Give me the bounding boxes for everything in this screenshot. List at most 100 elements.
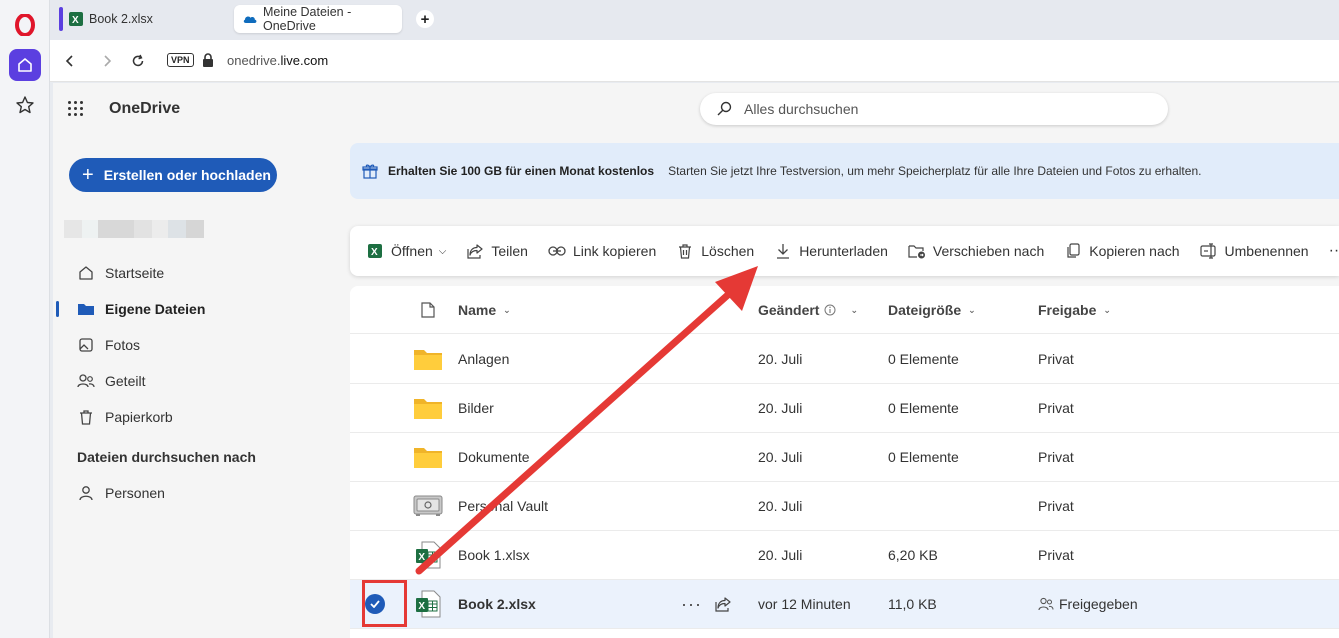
app-brand[interactable]: OneDrive: [109, 100, 180, 118]
share-icon[interactable]: [715, 580, 731, 628]
copy-link-button[interactable]: Link kopieren: [548, 242, 656, 260]
column-modified[interactable]: Geändert ⌄: [758, 286, 858, 334]
excel-icon: X: [68, 11, 84, 27]
file-sharing[interactable]: Privat: [1038, 384, 1074, 432]
file-sharing[interactable]: Privat: [1038, 335, 1074, 383]
tab-onedrive[interactable]: Meine Dateien - OneDrive: [234, 5, 402, 33]
column-size[interactable]: Dateigröße ⌄: [888, 286, 976, 334]
file-sharing[interactable]: Freigegeben: [1038, 580, 1138, 628]
more-commands-icon[interactable]: ···: [1329, 242, 1339, 260]
url-domain: onedrive.: [227, 53, 281, 68]
sidebar-item-fotos[interactable]: Fotos: [53, 327, 349, 363]
promo-banner[interactable]: Erhalten Sie 100 GB für einen Monat kost…: [350, 143, 1339, 199]
folder-icon: [77, 300, 95, 318]
file-modified: vor 12 Minuten: [758, 596, 851, 612]
search-icon: [717, 101, 732, 116]
link-icon: [548, 242, 566, 260]
person-icon: [77, 484, 95, 502]
file-name[interactable]: Book 1.xlsx: [458, 531, 530, 579]
download-button[interactable]: Herunterladen: [774, 242, 888, 260]
file-row[interactable]: Dokumente 20. Juli 0 Elemente Privat: [350, 433, 1339, 482]
app-launcher-icon[interactable]: [68, 101, 84, 117]
opera-logo-icon[interactable]: [15, 14, 35, 36]
sidebar-item-geteilt[interactable]: Geteilt: [53, 363, 349, 399]
file-name[interactable]: Dokumente: [458, 433, 530, 481]
sidebar-item-label: Eigene Dateien: [105, 301, 206, 317]
new-tab-button[interactable]: +: [416, 10, 434, 28]
sidebar-item-startseite[interactable]: Startseite: [53, 255, 349, 291]
file-modified: 20. Juli: [758, 400, 803, 416]
file-row-selected[interactable]: X Book 2.xlsx ··· vor 12 Minuten 11,0 KB…: [350, 580, 1339, 629]
onedrive-cloud-icon: [242, 11, 258, 27]
sidebar-section-title: Dateien durchsuchen nach: [77, 449, 256, 465]
move-button[interactable]: Verschieben nach: [908, 242, 1044, 260]
column-name[interactable]: Name ⌄: [458, 286, 511, 334]
tab-label: Meine Dateien - OneDrive: [263, 5, 352, 33]
back-icon[interactable]: [60, 51, 80, 71]
svg-text:X: X: [418, 601, 425, 612]
open-label: Öffnen: [391, 243, 433, 259]
more-options-icon[interactable]: ···: [681, 580, 702, 628]
people-icon: [77, 372, 95, 390]
file-sharing[interactable]: Privat: [1038, 482, 1074, 530]
checkmark-icon[interactable]: [365, 594, 385, 614]
svg-text:X: X: [371, 247, 378, 258]
file-name[interactable]: Bilder: [458, 384, 494, 432]
info-icon[interactable]: [824, 304, 836, 316]
trash-icon: [77, 408, 95, 426]
open-button[interactable]: X Öffnen ⌵: [366, 242, 446, 260]
home-icon[interactable]: [9, 49, 41, 81]
lock-icon[interactable]: [202, 53, 214, 67]
rename-button[interactable]: Umbenennen: [1199, 242, 1309, 260]
file-row[interactable]: Personal Vault 20. Juli Privat: [350, 482, 1339, 531]
delete-label: Löschen: [701, 243, 755, 259]
file-row[interactable]: Anlagen 20. Juli 0 Elemente Privat: [350, 335, 1339, 384]
tab-accent: [59, 7, 63, 31]
sidebar-item-eigene-dateien[interactable]: Eigene Dateien: [53, 291, 349, 327]
star-icon[interactable]: [15, 95, 35, 115]
folder-icon: [412, 433, 444, 481]
column-sharing[interactable]: Freigabe ⌄: [1038, 286, 1111, 334]
address-bar: VPN onedrive.live.com: [50, 40, 1339, 82]
reload-icon[interactable]: [128, 51, 148, 71]
file-name[interactable]: Anlagen: [458, 335, 509, 383]
column-sharing-label: Freigabe: [1038, 302, 1097, 318]
search-box[interactable]: [700, 93, 1168, 125]
tab-book2[interactable]: X Book 2.xlsx: [59, 5, 230, 33]
copy-link-label: Link kopieren: [572, 243, 657, 259]
file-type-column-icon[interactable]: [412, 286, 444, 334]
file-row[interactable]: Bilder 20. Juli 0 Elemente Privat: [350, 384, 1339, 433]
file-size: 0 Elemente: [888, 449, 959, 465]
search-input[interactable]: [744, 101, 1124, 117]
vpn-badge[interactable]: VPN: [167, 53, 194, 67]
sidebar-item-papierkorb[interactable]: Papierkorb: [53, 399, 349, 435]
folder-icon: [412, 384, 444, 432]
copy-to-button[interactable]: Kopieren nach: [1064, 242, 1180, 260]
browser-sidebar: [0, 0, 50, 638]
file-sharing[interactable]: Privat: [1038, 531, 1074, 579]
sidebar-item-label: Fotos: [105, 337, 141, 353]
url-rest: live.com: [280, 53, 329, 68]
copy-to-label: Kopieren nach: [1089, 243, 1180, 259]
blurred-username: [64, 220, 224, 238]
svg-text:X: X: [418, 552, 425, 563]
file-name[interactable]: Book 2.xlsx: [458, 580, 536, 628]
create-upload-button[interactable]: + Erstellen oder hochladen: [69, 158, 277, 192]
file-name[interactable]: Personal Vault: [458, 482, 548, 530]
delete-button[interactable]: Löschen: [676, 242, 754, 260]
column-name-label: Name: [458, 302, 497, 318]
file-row[interactable]: X Book 1.xlsx 20. Juli 6,20 KB Privat: [350, 531, 1339, 580]
gift-icon: [362, 164, 378, 179]
share-button[interactable]: Teilen: [466, 242, 528, 260]
share-icon: [466, 242, 484, 260]
download-icon: [774, 242, 792, 260]
tab-label: Book 2.xlsx: [89, 12, 153, 26]
onedrive-app: OneDrive + Erstellen oder hochladen Star…: [53, 83, 1339, 638]
excel-file-icon: X: [412, 580, 444, 628]
forward-icon[interactable]: [97, 51, 117, 71]
file-modified: 20. Juli: [758, 547, 803, 563]
rename-icon: [1199, 242, 1218, 260]
file-sharing[interactable]: Privat: [1038, 433, 1074, 481]
sidebar-item-personen[interactable]: Personen: [53, 475, 349, 511]
url-field[interactable]: onedrive.live.com: [227, 53, 328, 68]
